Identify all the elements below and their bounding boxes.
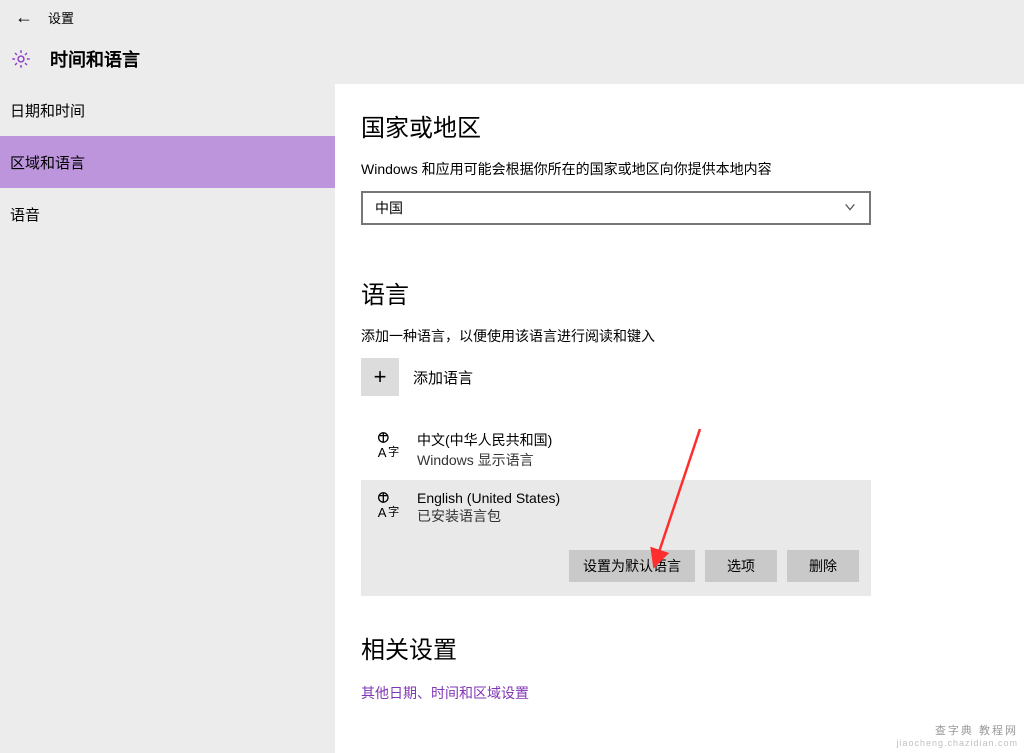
settings-window: ← 设置 时间和语言 日期和时间 区域和语言 语音 国家或地区 [0,0,1024,753]
add-language-button[interactable]: + [361,358,399,396]
language-name: English (United States) [417,490,560,506]
sidebar-item-region-language[interactable]: 区域和语言 [0,136,335,188]
watermark-line2: jiaocheng.chazidian.com [896,738,1018,749]
sidebar-item-date-time[interactable]: 日期和时间 [0,84,335,136]
sidebar: 日期和时间 区域和语言 语音 [0,84,335,753]
sidebar-item-label: 语音 [10,204,40,225]
content-pane: 国家或地区 Windows 和应用可能会根据你所在的国家或地区向你提供本地内容 … [335,84,1024,753]
language-actions: 设置为默认语言 选项 删除 [373,550,859,582]
language-section-title: 语言 [361,275,998,310]
watermark: 查字典 教程网 jiaocheng.chazidian.com [896,725,1018,749]
language-subtext: 已安装语言包 [417,506,560,526]
region-description: Windows 和应用可能会根据你所在的国家或地区向你提供本地内容 [361,159,998,179]
related-section-title: 相关设置 [361,630,998,665]
language-description: 添加一种语言，以便使用该语言进行阅读和键入 [361,326,998,346]
back-arrow-icon: ← [15,7,33,28]
plus-icon: + [374,364,387,390]
language-glyph-icon: A 字 [373,490,403,520]
svg-text:A: A [378,445,387,460]
category-title: 时间和语言 [50,46,140,72]
svg-text:A: A [378,505,387,520]
region-section-title: 国家或地区 [361,108,998,143]
options-button[interactable]: 选项 [705,550,777,582]
svg-text:字: 字 [388,444,399,458]
watermark-line1: 查字典 教程网 [896,725,1018,738]
back-button[interactable]: ← [8,1,40,33]
language-item-chinese[interactable]: A 字 中文(中华人民共和国) Windows 显示语言 [361,420,871,480]
region-dropdown[interactable]: 中国 [361,191,871,225]
related-link[interactable]: 其他日期、时间和区域设置 [361,685,529,701]
chevron-down-icon [843,200,857,217]
language-subtext: Windows 显示语言 [417,450,552,470]
body: 日期和时间 区域和语言 语音 国家或地区 Windows 和应用可能会根据你所在… [0,84,1024,753]
language-item-english[interactable]: A 字 English (United States) 已安装语言包 设置为默认… [361,480,871,596]
language-glyph-icon: A 字 [373,430,403,460]
svg-text:字: 字 [388,504,399,518]
set-default-button[interactable]: 设置为默认语言 [569,550,695,582]
category-bar: 时间和语言 [0,34,1024,84]
sidebar-item-speech[interactable]: 语音 [0,188,335,240]
app-title: 设置 [48,8,74,27]
gear-icon [10,48,32,70]
language-name: 中文(中华人民共和国) [417,430,552,450]
related-section: 相关设置 其他日期、时间和区域设置 [361,630,998,703]
remove-button[interactable]: 删除 [787,550,859,582]
add-language-label: 添加语言 [413,367,473,388]
titlebar: ← 设置 [0,0,1024,34]
add-language-row[interactable]: + 添加语言 [361,358,998,396]
sidebar-item-label: 区域和语言 [10,152,85,173]
region-selected-value: 中国 [375,198,403,218]
sidebar-item-label: 日期和时间 [10,100,85,121]
